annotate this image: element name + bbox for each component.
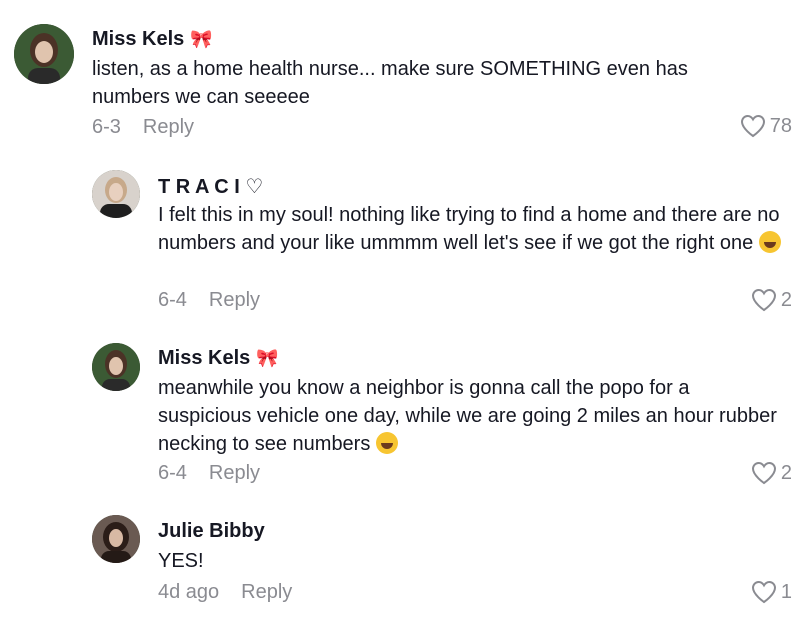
like-count: 2 bbox=[780, 288, 792, 311]
laughing-emoji bbox=[376, 432, 399, 454]
like-button[interactable]: 1 bbox=[751, 580, 792, 604]
like-button[interactable]: 78 bbox=[740, 114, 792, 138]
ribbon-emoji: 🎀 bbox=[256, 348, 279, 368]
heart-icon bbox=[740, 114, 765, 138]
comment-author[interactable]: Miss Kels 🎀 bbox=[92, 28, 213, 51]
comment-text: meanwhile you know a neighbor is gonna c… bbox=[158, 377, 777, 455]
avatar[interactable] bbox=[14, 24, 74, 84]
reply-button[interactable]: Reply bbox=[241, 581, 292, 603]
comment-date: 6-4 bbox=[158, 289, 187, 311]
ribbon-emoji: 🎀 bbox=[190, 29, 213, 49]
reply-button[interactable]: Reply bbox=[143, 116, 194, 138]
like-count: 2 bbox=[780, 461, 792, 484]
comment-traci: T R A C I ♡ I felt this in my soul! noth… bbox=[0, 160, 798, 330]
comment-meta: 4d ago Reply bbox=[158, 581, 292, 604]
comment-meta: 6-4 Reply bbox=[158, 462, 260, 485]
comment-meta: 6-4 Reply bbox=[158, 289, 260, 312]
heart-icon bbox=[751, 461, 776, 485]
comment-author[interactable]: Julie Bibby bbox=[158, 520, 265, 543]
comment-meta: 6-3 Reply bbox=[92, 116, 194, 139]
comment-date: 4d ago bbox=[158, 581, 220, 603]
avatar[interactable] bbox=[92, 343, 140, 391]
avatar[interactable] bbox=[92, 170, 140, 218]
comment-text: YES! bbox=[158, 550, 204, 572]
reply-button[interactable]: Reply bbox=[209, 462, 260, 484]
like-button[interactable]: 2 bbox=[751, 461, 792, 485]
like-count: 78 bbox=[769, 114, 792, 137]
avatar[interactable] bbox=[92, 515, 140, 563]
like-button[interactable]: 2 bbox=[751, 288, 792, 312]
comment-date: 6-4 bbox=[158, 462, 187, 484]
heart-icon bbox=[751, 580, 776, 604]
comment-date: 6-3 bbox=[92, 116, 121, 138]
laughing-emoji bbox=[759, 231, 782, 253]
comment-author[interactable]: Miss Kels 🎀 bbox=[158, 347, 279, 370]
heart-icon bbox=[751, 288, 776, 312]
comment-julie-bibby: Julie Bibby YES! 4d ago Reply 1 bbox=[0, 505, 798, 629]
comment-miss-kels-1: Miss Kels 🎀 listen, as a home health nurs… bbox=[0, 0, 798, 160]
reply-button[interactable]: Reply bbox=[209, 289, 260, 311]
comment-miss-kels-2: Miss Kels 🎀 meanwhile you know a neighbor… bbox=[0, 335, 798, 500]
like-count: 1 bbox=[780, 580, 792, 603]
comment-author[interactable]: T R A C I ♡ bbox=[158, 174, 263, 199]
comment-text: I felt this in my soul! nothing like try… bbox=[158, 204, 782, 254]
comment-text: listen, as a home health nurse... make s… bbox=[92, 58, 688, 108]
